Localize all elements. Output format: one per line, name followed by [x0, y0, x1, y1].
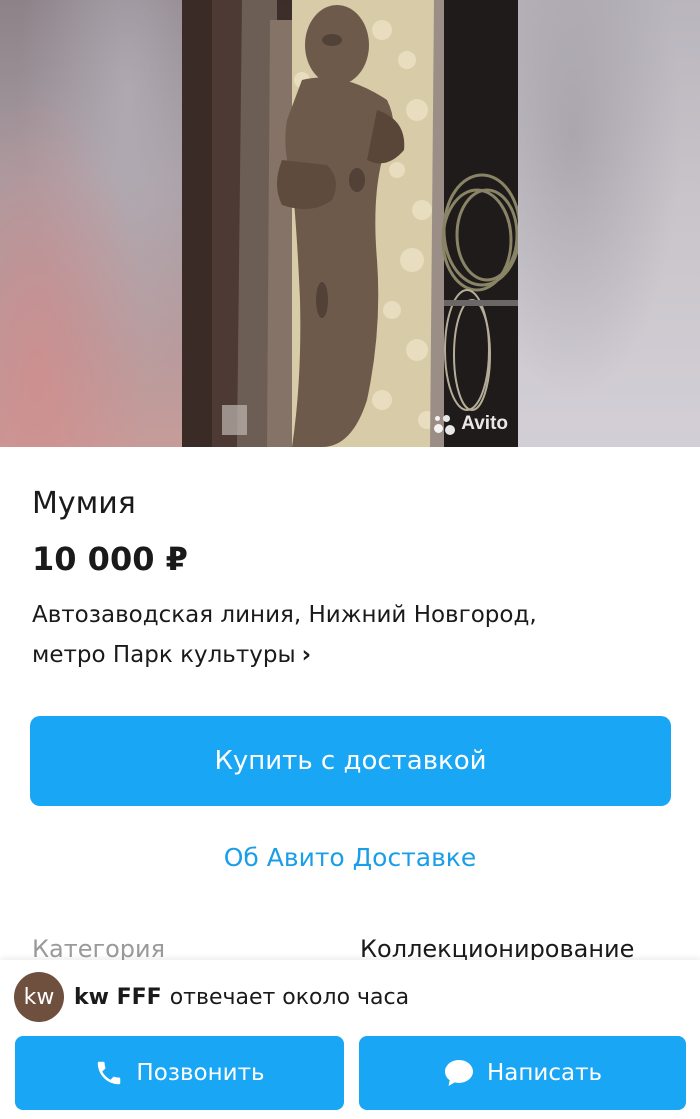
listing-price: 10 000 ₽: [32, 540, 188, 578]
call-button-label: Позвонить: [136, 1060, 265, 1086]
message-button[interactable]: Написать: [359, 1036, 686, 1110]
address-line-1: Автозаводская линия, Нижний Новгород,: [32, 602, 537, 628]
listing-photo-image: [182, 0, 518, 447]
seller-response-time: отвечает около часа: [169, 984, 410, 1010]
listing-photo[interactable]: Avito: [182, 0, 518, 447]
photo-blur-left: [0, 0, 182, 447]
avatar[interactable]: kw: [14, 972, 64, 1022]
buy-with-delivery-button[interactable]: Купить с доставкой: [30, 716, 671, 806]
avito-watermark: Avito: [432, 413, 508, 435]
photo-blur-right: [518, 0, 700, 447]
photo-gallery[interactable]: Avito: [0, 0, 700, 447]
chevron-right-icon: ›: [301, 642, 312, 668]
listing-address[interactable]: Автозаводская линия, Нижний Новгород, ме…: [32, 595, 672, 675]
message-button-label: Написать: [486, 1060, 603, 1086]
attribute-label: Категория: [32, 935, 166, 963]
avito-delivery-info-link[interactable]: Об Авито Доставке: [0, 843, 700, 872]
attribute-value: Коллекционирование: [360, 935, 635, 963]
chat-bubble-icon: [444, 1060, 473, 1086]
address-line-2: метро Парк культуры: [32, 642, 296, 668]
listing-title: Мумия: [32, 486, 136, 521]
avito-logo-icon: [432, 413, 458, 435]
call-button[interactable]: Позвонить: [15, 1036, 344, 1110]
seller-name[interactable]: kw FFF: [74, 985, 162, 1010]
seller-info[interactable]: kw kw FFF отвечает около часа: [14, 972, 409, 1022]
phone-icon: [98, 1061, 121, 1085]
watermark-text: Avito: [461, 413, 508, 434]
contact-bottom-bar: kw kw FFF отвечает около часа Позвонить …: [0, 960, 700, 1119]
